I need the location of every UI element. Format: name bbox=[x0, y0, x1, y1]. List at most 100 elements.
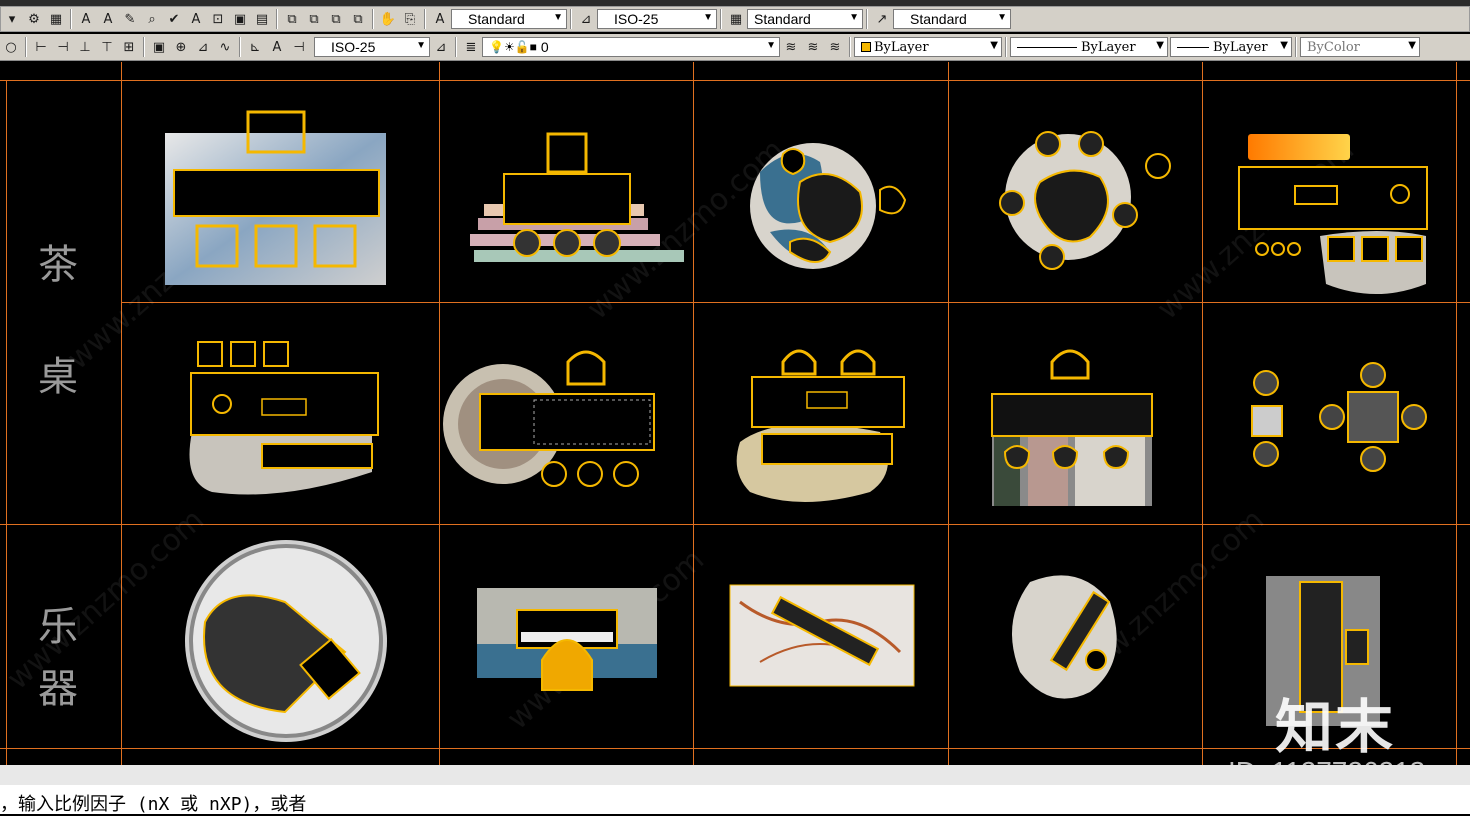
dimension-style-select-2[interactable]: ISO-25 ▼ bbox=[314, 37, 430, 57]
scale-text-icon[interactable]: ⊡ bbox=[208, 9, 228, 29]
tea-table-block-6[interactable] bbox=[189, 341, 379, 495]
layer-previous-icon[interactable]: ≋ bbox=[803, 37, 823, 57]
layer-states-icon[interactable]: ≋ bbox=[825, 37, 845, 57]
separator bbox=[1005, 37, 1007, 57]
spell-check-icon[interactable]: ✔ bbox=[164, 9, 184, 29]
tea-table-block-7[interactable] bbox=[443, 350, 655, 487]
tolerance-icon[interactable]: ▣ bbox=[149, 37, 169, 57]
table-style-select[interactable]: Standard ▼ bbox=[747, 9, 863, 29]
dimension-style-icon[interactable]: ⊿ bbox=[576, 9, 596, 29]
command-bar-separator bbox=[0, 765, 1470, 785]
hand-icon[interactable]: ✋ bbox=[378, 9, 398, 29]
guzheng-block-2[interactable] bbox=[1012, 575, 1117, 699]
lineweight-select[interactable]: ByLayer ▼ bbox=[1170, 37, 1292, 57]
toolbar-row-1: ▾ ⚙ ▦ A A ✎ ⌕ ✔ A ⊡ ▣ ▤ ⧉ ⧉ ⧉ ⧉ ✋ ⎘ A St… bbox=[0, 0, 1470, 32]
separator bbox=[424, 9, 426, 29]
layer-tool-icon[interactable]: ⧉ bbox=[304, 9, 324, 29]
command-line[interactable]: ，输入比例因子 (nX 或 nXP)，或者 bbox=[0, 785, 1470, 815]
tea-table-block-8[interactable] bbox=[736, 349, 905, 502]
text-style-manager-icon[interactable]: A bbox=[430, 9, 450, 29]
multileader-style-select[interactable]: Standard ▼ bbox=[893, 9, 1011, 29]
separator bbox=[1295, 37, 1297, 57]
dim-update-icon[interactable]: ⊣ bbox=[289, 37, 309, 57]
linetype-select[interactable]: ByLayer ▼ bbox=[1010, 37, 1168, 57]
quick-dim-icon[interactable]: ⊞ bbox=[119, 37, 139, 57]
chevron-down-icon: ▼ bbox=[1280, 40, 1288, 51]
plotstyle-value: ByColor bbox=[1307, 39, 1360, 55]
separator bbox=[849, 37, 851, 57]
drawing-canvas[interactable]: 茶 桌 乐 器 www.znzmo.com www.znzmo.com www.… bbox=[0, 62, 1470, 765]
dropdown-arrow-icon[interactable]: ▾ bbox=[2, 9, 22, 29]
chevron-down-icon: ▼ bbox=[1156, 40, 1164, 51]
jogged-icon[interactable]: ∿ bbox=[215, 37, 235, 57]
styles-toolbar: ▾ ⚙ ▦ A A ✎ ⌕ ✔ A ⊡ ▣ ▤ ⧉ ⧉ ⧉ ⧉ ✋ ⎘ A St… bbox=[0, 6, 1470, 32]
tea-table-block-4[interactable] bbox=[999, 131, 1171, 270]
dim-text-edit-icon[interactable]: A bbox=[267, 37, 287, 57]
layer-state-icons: 💡☀🔓■ bbox=[489, 40, 537, 54]
layer-properties-icon[interactable]: ≣ bbox=[461, 37, 481, 57]
keyboard-block[interactable] bbox=[477, 588, 657, 691]
tea-table-block-10[interactable] bbox=[1251, 362, 1427, 472]
tea-table-block-1[interactable] bbox=[165, 110, 386, 285]
continue-dim-icon[interactable]: ⊤ bbox=[97, 37, 117, 57]
tea-table-block-2[interactable] bbox=[470, 132, 684, 262]
dimension-style-icon[interactable]: ⊿ bbox=[431, 37, 451, 57]
baseline-dim-icon[interactable]: ⊥ bbox=[75, 37, 95, 57]
lineweight-value: ByLayer bbox=[1213, 39, 1268, 55]
chevron-down-icon: ▼ bbox=[997, 12, 1007, 23]
find-text-icon[interactable]: ⌕ bbox=[142, 9, 162, 29]
separator bbox=[143, 37, 145, 57]
chevron-down-icon: ▼ bbox=[1408, 40, 1416, 51]
separator bbox=[70, 9, 72, 29]
chevron-down-icon: ▼ bbox=[416, 40, 426, 51]
layer-tool-icon[interactable]: ⧉ bbox=[348, 9, 368, 29]
color-value: ByLayer bbox=[874, 39, 929, 55]
plotstyle-select[interactable]: ByColor ▼ bbox=[1300, 37, 1420, 57]
linear-dim-icon[interactable]: ⊢ bbox=[31, 37, 51, 57]
text-style-select[interactable]: Standard ▼ bbox=[451, 9, 567, 29]
brand-logo: 知末 bbox=[1275, 693, 1396, 761]
chevron-down-icon: ▼ bbox=[849, 12, 859, 23]
edit-text-icon[interactable]: ✎ bbox=[120, 9, 140, 29]
layer-select[interactable]: 💡☀🔓■ 0 ▼ bbox=[482, 37, 780, 57]
furniture-blocks bbox=[165, 110, 1428, 742]
separator bbox=[455, 37, 457, 57]
table-style-value: Standard bbox=[754, 11, 811, 27]
text-style-icon[interactable]: A bbox=[186, 9, 206, 29]
guzheng-block-1[interactable] bbox=[729, 584, 915, 687]
lineweight-preview bbox=[1177, 46, 1209, 48]
toolbar-row-2: ○ ⊢ ⊣ ⊥ ⊤ ⊞ ▣ ⊕ ⊿ ∿ ⊾ A ⊣ ISO-25 ▼ ⊿ ≣ 💡… bbox=[0, 34, 1470, 61]
select-icon[interactable]: ▦ bbox=[46, 9, 66, 29]
multiline-text-icon[interactable]: A bbox=[98, 9, 118, 29]
tea-table-block-3[interactable] bbox=[750, 143, 907, 269]
piano-block[interactable] bbox=[185, 540, 387, 742]
make-current-icon[interactable]: ≋ bbox=[781, 37, 801, 57]
chevron-down-icon: ▼ bbox=[553, 12, 563, 23]
aligned-dim-icon[interactable]: ⊣ bbox=[53, 37, 73, 57]
table-style-icon[interactable]: ▦ bbox=[726, 9, 746, 29]
dimension-style-select[interactable]: ISO-25 ▼ bbox=[597, 9, 717, 29]
dimension-style-value-2: ISO-25 bbox=[331, 39, 376, 55]
dimension-tool-icon[interactable]: ○ bbox=[1, 37, 21, 57]
gear-icon[interactable]: ⚙ bbox=[24, 9, 44, 29]
dim-edit-icon[interactable]: ⊾ bbox=[245, 37, 265, 57]
center-mark-icon[interactable]: ⊕ bbox=[171, 37, 191, 57]
justify-text-icon[interactable]: ▣ bbox=[230, 9, 250, 29]
inspect-icon[interactable]: ⊿ bbox=[193, 37, 213, 57]
separator bbox=[239, 37, 241, 57]
layer-value: 0 bbox=[540, 39, 549, 55]
separator bbox=[866, 9, 868, 29]
tea-table-block-9[interactable] bbox=[991, 349, 1153, 506]
dimension-style-value: ISO-25 bbox=[614, 11, 659, 27]
color-select[interactable]: ByLayer ▼ bbox=[854, 37, 1002, 57]
copy-icon[interactable]: ⎘ bbox=[400, 9, 420, 29]
separator bbox=[276, 9, 278, 29]
linetype-preview bbox=[1017, 46, 1077, 48]
layer-tool-icon[interactable]: ⧉ bbox=[326, 9, 346, 29]
text-icon[interactable]: A bbox=[76, 9, 96, 29]
separator bbox=[372, 9, 374, 29]
multileader-style-icon[interactable]: ↗ bbox=[872, 9, 892, 29]
layer-tool-icon[interactable]: ⧉ bbox=[282, 9, 302, 29]
convert-text-icon[interactable]: ▤ bbox=[252, 9, 272, 29]
tea-table-block-5[interactable] bbox=[1238, 134, 1428, 294]
